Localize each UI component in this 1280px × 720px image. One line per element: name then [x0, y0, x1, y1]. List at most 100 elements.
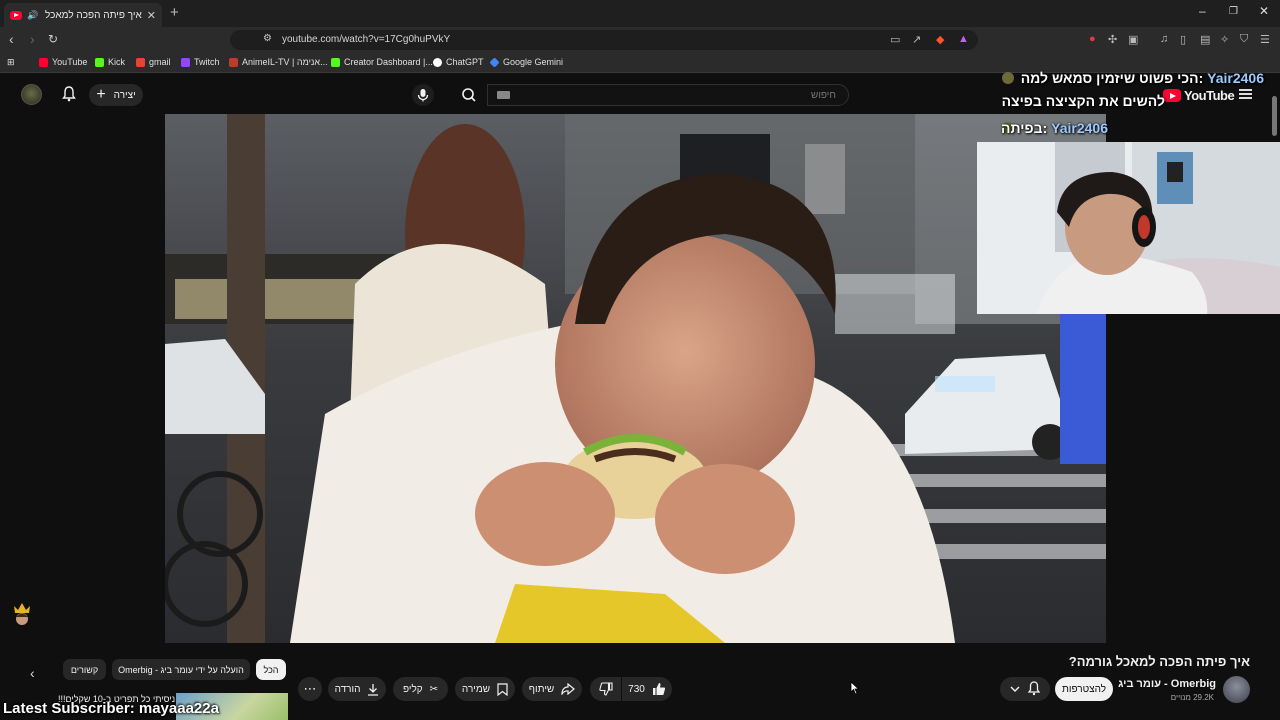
vpn-icon[interactable]: ⛉: [1240, 33, 1248, 46]
chat-username: Yair2406: [1207, 70, 1264, 86]
subscriber-count: 29.2K מנויים: [1170, 693, 1214, 702]
chip-label: הועלה על ידי עומר ביג - Omerbig: [118, 664, 244, 675]
create-button[interactable]: יצירה +: [89, 84, 143, 106]
chat-message: להשים את הקציצה בפיצה: [1002, 93, 1165, 109]
guide-menu-icon[interactable]: [1239, 89, 1252, 99]
chip-all[interactable]: הכל: [256, 659, 286, 680]
close-window-icon[interactable]: ✕: [1259, 4, 1269, 18]
chip-label: הכל: [263, 664, 279, 675]
chevron-left-icon[interactable]: ‹: [30, 665, 35, 681]
more-horizontal-icon: ⋯: [303, 681, 317, 696]
bookmark-animeil[interactable]: AnimeIL-TV | אנימה...: [229, 57, 328, 67]
bookmark-label: Creator Dashboard |...: [344, 57, 433, 67]
bookmark-label: Google Gemini: [503, 57, 564, 67]
chat-message: Yair2406 :הכי פשוט שיזמין סמאש למה: [1020, 70, 1264, 86]
chip-related[interactable]: קשורים: [63, 659, 106, 680]
save-button[interactable]: שמירה: [455, 677, 515, 701]
url-text[interactable]: youtube.com/watch?v=17Cg0huPVkY: [282, 34, 450, 45]
apps-icon[interactable]: ⊞: [7, 57, 15, 68]
create-label: יצירה: [113, 89, 136, 101]
page-scrollbar[interactable]: [1272, 88, 1277, 628]
subscribe-button[interactable]: להצטרפות: [1055, 677, 1113, 701]
bookmark-twitch[interactable]: Twitch: [181, 57, 220, 67]
browser-menu-icon[interactable]: ☰: [1260, 33, 1270, 46]
youtube-favicon-icon: [10, 10, 22, 20]
forward-icon[interactable]: ›: [30, 31, 35, 47]
extension-red-icon[interactable]: ●: [1089, 33, 1096, 45]
chat-message: Yair2406 :בפיתה: [1001, 120, 1108, 136]
reload-icon[interactable]: ↻: [48, 32, 58, 46]
chat-text: להשים את הקציצה בפיצה: [1001, 93, 1165, 109]
webcam-frame: [977, 142, 1280, 314]
like-button[interactable]: 730: [622, 677, 672, 701]
extension-box-icon[interactable]: ▣: [1128, 33, 1138, 46]
download-icon: [367, 683, 379, 696]
download-button[interactable]: הורדה: [328, 677, 386, 701]
bookmark-label: YouTube: [52, 57, 88, 67]
channel-avatar[interactable]: [1223, 676, 1250, 703]
speaker-icon[interactable]: 🔊: [27, 10, 38, 21]
crown-icon: [12, 600, 32, 626]
youtube-icon: [39, 57, 48, 67]
channel-name[interactable]: Omerbig - עומר ביג: [1118, 678, 1216, 690]
wallet-icon[interactable]: ▤: [1200, 33, 1210, 46]
site-info-icon[interactable]: ⚙: [263, 33, 272, 44]
new-tab-icon[interactable]: +: [170, 4, 179, 21]
youtube-logo[interactable]: YouTube: [1163, 88, 1235, 103]
scissors-icon: ✂: [429, 683, 439, 695]
plus-icon: +: [96, 86, 106, 103]
download-label: הורדה: [334, 683, 361, 695]
bookmark-creator-dashboard[interactable]: Creator Dashboard |...: [331, 57, 433, 67]
extensions-icon[interactable]: ✣: [1108, 33, 1117, 46]
save-label: שמירה: [461, 683, 491, 695]
notification-settings-button[interactable]: [1000, 677, 1050, 701]
leo-ai-icon[interactable]: ✧: [1220, 33, 1229, 46]
share-label: שיתוף: [528, 683, 555, 695]
search-box: [487, 84, 849, 106]
chat-emote-icon: [1002, 72, 1014, 84]
bookmark-label: Twitch: [194, 57, 220, 67]
close-tab-icon[interactable]: ✕: [147, 9, 156, 22]
media-icon[interactable]: ♫: [1160, 33, 1168, 45]
twitch-icon: [181, 57, 190, 67]
minimize-icon[interactable]: –: [1199, 4, 1206, 18]
sidebar-icon[interactable]: ▯: [1180, 33, 1186, 46]
mouse-cursor-icon: [850, 681, 860, 695]
bookmark-gmail[interactable]: gmail: [136, 57, 171, 67]
thumbs-down-icon: [598, 682, 613, 696]
maximize-icon[interactable]: ❐: [1229, 6, 1238, 17]
thumbs-up-icon: [652, 682, 666, 696]
voice-search-icon[interactable]: [412, 84, 434, 106]
bookmark-label: gmail: [149, 57, 171, 67]
video-player[interactable]: [165, 114, 1106, 643]
account-avatar[interactable]: [21, 84, 42, 105]
chat-text: הכי פשוט שיזמין סמאש למה: [1020, 70, 1199, 86]
chip-label: קשורים: [70, 664, 99, 675]
cast-icon[interactable]: ▭: [890, 33, 900, 46]
gemini-icon: [489, 56, 500, 68]
browser-tab[interactable]: ✕ איך פיתה הפכה למאכל גורמה? 🔊: [4, 3, 162, 27]
share-page-icon[interactable]: ↗: [912, 33, 921, 46]
logo-text: YouTube: [1184, 88, 1235, 103]
bookmark-chatgpt[interactable]: ChatGPT: [433, 57, 484, 67]
brave-rewards-icon[interactable]: ▲: [958, 33, 969, 45]
more-actions-button[interactable]: ⋯: [298, 677, 322, 701]
chip-from-channel[interactable]: הועלה על ידי עומר ביג - Omerbig: [112, 659, 250, 680]
bookmark-kick[interactable]: Kick: [95, 57, 125, 67]
bookmark-gemini[interactable]: Google Gemini: [489, 56, 564, 68]
search-input[interactable]: [488, 85, 848, 106]
bookmark-youtube[interactable]: YouTube: [39, 57, 87, 67]
notifications-bell-icon[interactable]: [62, 86, 76, 102]
dislike-button[interactable]: [590, 677, 621, 701]
clip-button[interactable]: ✂ קליפ: [393, 677, 448, 701]
keyboard-icon[interactable]: [497, 91, 510, 99]
kick-icon: [95, 57, 104, 67]
youtube-play-icon: [1163, 89, 1181, 102]
search-button[interactable]: [451, 84, 487, 106]
bookmark-label: AnimeIL-TV | אנימה...: [242, 57, 328, 67]
scrollbar-thumb[interactable]: [1272, 96, 1277, 136]
like-count: 730: [628, 683, 645, 695]
share-button[interactable]: שיתוף: [522, 677, 582, 701]
back-icon[interactable]: ‹: [9, 31, 14, 47]
brave-shield-icon[interactable]: ◆: [936, 33, 944, 46]
